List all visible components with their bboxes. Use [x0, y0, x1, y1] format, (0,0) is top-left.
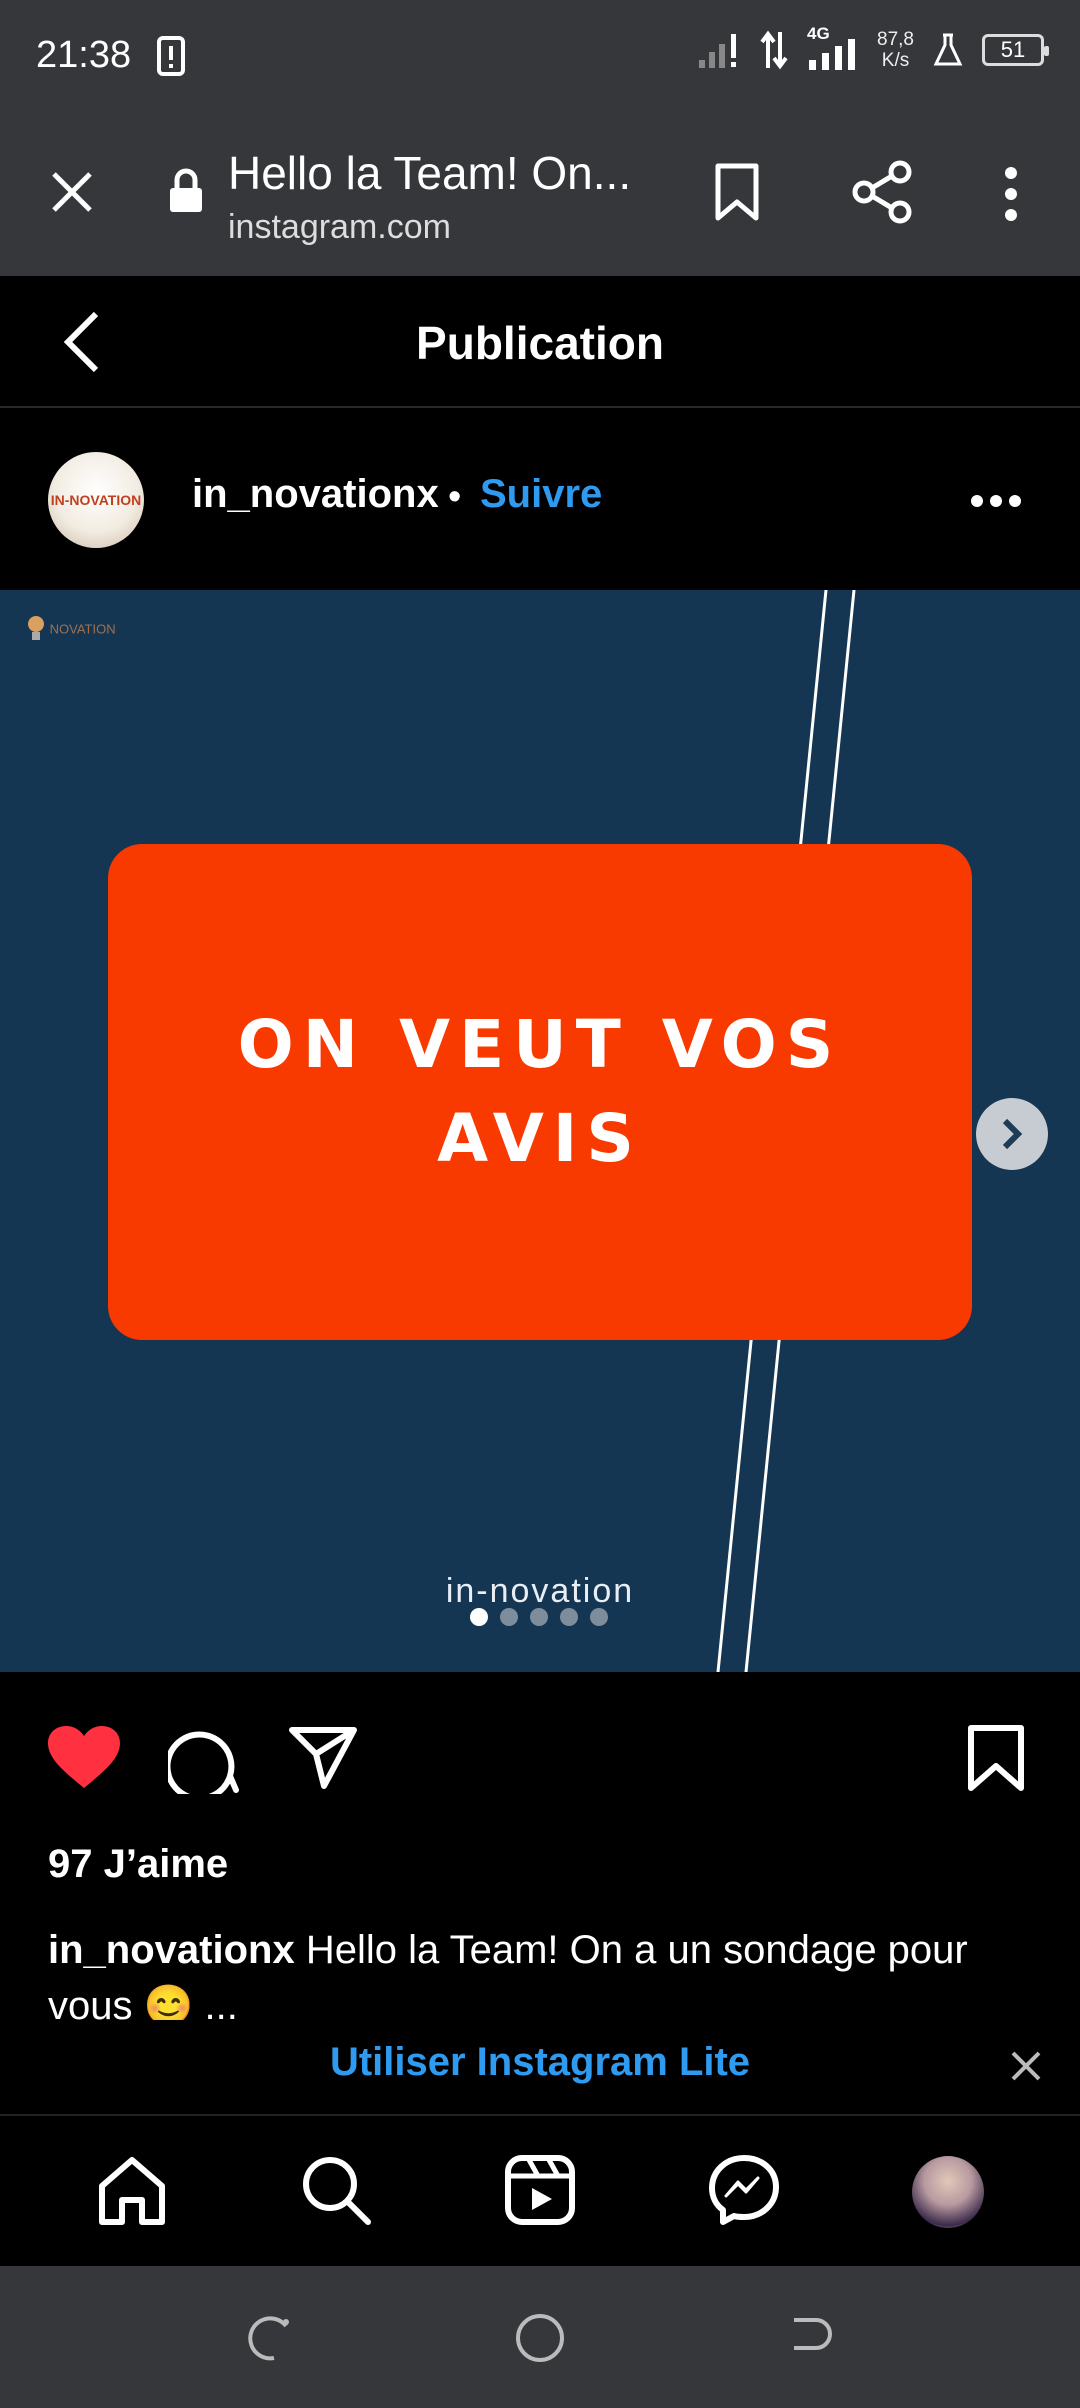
messenger-icon[interactable] [708, 2154, 780, 2226]
close-banner-icon[interactable] [1010, 2050, 1042, 2082]
lightbulb-icon [28, 616, 44, 640]
caption-username[interactable]: in_novationx [48, 1928, 295, 1972]
instagram-header: Publication [0, 276, 1080, 408]
separator-dot: • [448, 476, 462, 518]
battery-indicator: 51 [982, 34, 1049, 66]
headline-line-2: AVIS [437, 1100, 643, 1177]
use-lite-link[interactable]: Utiliser Instagram Lite [0, 2040, 1080, 2085]
send-icon[interactable] [288, 1726, 358, 1790]
data-transfer-icon [760, 30, 788, 70]
lock-icon [170, 168, 202, 212]
home-circle-icon[interactable] [514, 2312, 566, 2364]
reels-icon[interactable] [504, 2154, 576, 2226]
carousel-dot [530, 1608, 548, 1626]
battery-level: 51 [1000, 37, 1026, 62]
save-icon[interactable] [966, 1724, 1026, 1792]
post-image-carousel[interactable]: NOVATION ON VEUT VOS AVIS in-novation [0, 590, 1080, 1672]
carousel-dot [500, 1608, 518, 1626]
next-slide-button[interactable] [976, 1098, 1048, 1170]
browser-toolbar: Hello la Team! On... instagram.com [0, 110, 1080, 276]
carousel-indicators [470, 1608, 608, 1626]
signal-4g: 4G [807, 24, 859, 72]
page-url: instagram.com [228, 208, 451, 246]
comment-icon[interactable] [168, 1724, 240, 1794]
share-icon[interactable] [852, 160, 912, 224]
author-username[interactable]: in_novationx [192, 472, 439, 517]
chevron-right-icon [1002, 1118, 1023, 1150]
page-title: Hello la Team! On... [228, 147, 632, 199]
speed-value: 87,8 [877, 29, 914, 50]
home-icon[interactable] [96, 2154, 168, 2226]
search-icon[interactable] [300, 2154, 372, 2226]
profile-avatar[interactable] [912, 2156, 984, 2228]
network-speed: 87,8 K/s [877, 29, 914, 71]
recent-apps-icon[interactable] [246, 2314, 294, 2362]
brand-text: in-novation [445, 1572, 635, 1610]
avatar-logo-text: IN-NOVATION [50, 492, 142, 508]
signal-weak-icon [699, 34, 737, 68]
like-count[interactable]: 97 J’aime [48, 1842, 228, 1887]
header-title: Publication [416, 317, 664, 369]
more-horizontal-icon[interactable] [970, 494, 1022, 508]
speed-unit: K/s [881, 50, 910, 71]
instagram-lite-banner: Utiliser Instagram Lite [0, 2020, 1080, 2116]
bookmark-icon[interactable] [712, 162, 762, 222]
carousel-dot [560, 1608, 578, 1626]
headline-line-1: ON VEUT VOS [237, 1006, 843, 1083]
watermark-logo: NOVATION [26, 614, 116, 646]
system-navigation-bar [0, 2266, 1080, 2408]
back-nav-icon[interactable] [786, 2314, 834, 2362]
heart-filled-icon[interactable] [46, 1724, 122, 1790]
close-icon[interactable] [48, 168, 96, 216]
bottom-tab-bar [0, 2118, 1080, 2266]
follow-button[interactable]: Suivre [480, 472, 602, 517]
signal-icon [809, 39, 856, 70]
carousel-dot [590, 1608, 608, 1626]
headline-card: ON VEUT VOS AVIS [108, 844, 972, 1340]
lab-flask-icon [933, 33, 963, 66]
post-author-row: IN-NOVATION in_novationx • Suivre [0, 408, 1080, 590]
status-icons: 4G 87,8 K/s 51 [697, 24, 1049, 72]
post-caption: in_novationx Hello la Team! On a un sond… [48, 1922, 1048, 2020]
notification-icon [157, 36, 185, 76]
status-bar: 21:38 4G 87,8 K/s 51 [0, 0, 1080, 110]
clock: 21:38 [36, 33, 132, 76]
watermark-text: NOVATION [49, 621, 116, 637]
author-avatar[interactable]: IN-NOVATION [48, 452, 144, 548]
carousel-dot [470, 1608, 488, 1626]
more-vertical-icon[interactable] [1000, 166, 1022, 222]
